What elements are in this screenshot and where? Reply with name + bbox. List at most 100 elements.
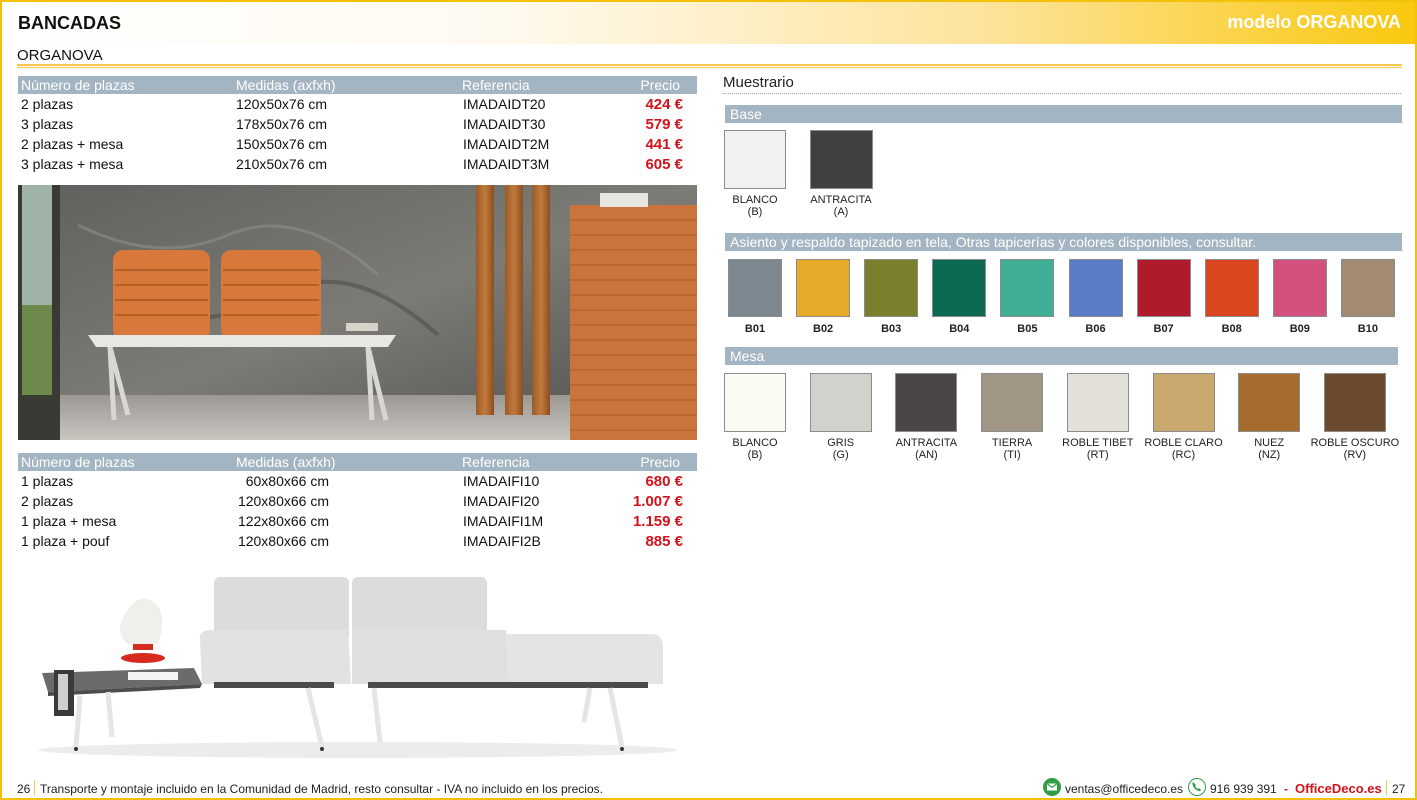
phone-number[interactable]: 916 939 391 (1210, 782, 1277, 796)
cell-referencia: IMADAIDT20 (463, 96, 546, 112)
swatch-code: (RV) (1343, 449, 1367, 461)
divider (34, 780, 35, 795)
swatch-name: GRIS (827, 437, 855, 449)
swatch-color (1152, 373, 1215, 432)
swatch-code: (AN) (915, 449, 938, 461)
swatch-color (1136, 259, 1191, 317)
swatch-label: GRIS (G) (796, 437, 886, 461)
swatch-code: B06 (1085, 323, 1106, 335)
swatch-color (1068, 259, 1123, 317)
swatch-color (1323, 373, 1386, 432)
swatch-color (981, 373, 1044, 432)
cell-medidas: 150x50x76 cm (236, 136, 328, 152)
price-table-fijo: Número de plazas Medidas (axfxh) Referen… (18, 453, 697, 551)
cell-precio: 424 € (645, 96, 683, 113)
swatch-code: (B) (747, 206, 763, 218)
swatch-color (796, 259, 851, 317)
swatch-label: ANTRACITA (A) (801, 194, 881, 218)
swatch-label: BLANCO (B) (715, 194, 795, 218)
divider (1386, 780, 1387, 795)
base-section-bar: Base (725, 105, 1402, 123)
swatch-code: (NZ) (1258, 449, 1281, 461)
footer-dash: - (1284, 782, 1288, 796)
table-row: 1 plazas 60x80x66 cm IMADAIFI10 680 € (18, 471, 697, 491)
tapizado-section-bar: Asiento y respaldo tapizado en tela, Otr… (725, 233, 1402, 251)
swatch-name: ROBLE CLARO (1144, 437, 1223, 449)
cell-medidas: 120x80x66 cm (237, 533, 329, 549)
page-number-right: 27 (1392, 782, 1406, 796)
cell-precio: 680 € (645, 473, 683, 490)
swatch-code: B02 (813, 323, 834, 335)
cell-plazas: 3 plazas + mesa (21, 156, 124, 172)
cell-medidas: 60x80x66 cm (245, 473, 329, 489)
header-referencia: Referencia (462, 77, 530, 93)
swatch-color (728, 259, 782, 317)
swatch-code: B09 (1289, 323, 1310, 335)
swatch-color (1272, 259, 1327, 317)
cell-plazas: 1 plaza + mesa (21, 513, 117, 529)
cell-plazas: 2 plazas + mesa (21, 136, 124, 152)
bench-grey-illustration (38, 577, 678, 758)
cell-medidas: 120x50x76 cm (236, 96, 328, 112)
swatch-color (724, 373, 786, 432)
cell-plazas: 2 plazas (21, 493, 74, 509)
table-row: 1 plaza + mesa 122x80x66 cm IMADAIFI1M 1… (18, 511, 697, 531)
swatch-code: B04 (949, 323, 970, 335)
swatch-code: (RC) (1171, 449, 1196, 461)
cell-referencia: IMADAIFI20 (463, 493, 540, 509)
swatch-label: ROBLE TIBET (RT) (1053, 437, 1143, 461)
swatch-color (864, 259, 919, 317)
header-medidas: Medidas (axfxh) (236, 77, 336, 93)
swatch-code: B10 (1357, 323, 1378, 335)
cell-precio: 1.007 € (632, 493, 683, 510)
swatch-label: BLANCO (B) (710, 437, 800, 461)
swatch-color (1238, 373, 1301, 432)
cell-plazas: 2 plazas (21, 96, 74, 112)
swatch-label: ROBLE CLARO (RC) (1139, 437, 1229, 461)
swatch-color (1340, 259, 1395, 317)
swatch-code: (TI) (1003, 449, 1021, 461)
email-link[interactable]: ventas@officedeco.es (1065, 782, 1183, 796)
table-row: 2 plazas + mesa 150x50x76 cm IMADAIDT2M … (18, 134, 697, 154)
cell-precio: 885 € (645, 533, 683, 550)
swatch-name: BLANCO (732, 437, 778, 449)
product-subtitle: ORGANOVA (17, 47, 103, 64)
swatch-color (810, 130, 873, 189)
cell-precio: 441 € (645, 136, 683, 153)
header-referencia: Referencia (462, 454, 530, 470)
swatch-code: (A) (833, 206, 849, 218)
cell-medidas: 122x80x66 cm (237, 513, 329, 529)
swatch-color (809, 373, 872, 432)
swatch-label: NUEZ (NZ) (1224, 437, 1314, 461)
cell-medidas: 120x80x66 cm (237, 493, 329, 509)
cell-plazas: 3 plazas (21, 116, 74, 132)
cell-plazas: 1 plaza + pouf (21, 533, 110, 549)
header-plazas: Número de plazas (21, 77, 135, 93)
cell-referencia: IMADAIFI2B (463, 533, 541, 549)
brand-link[interactable]: OfficeDeco.es (1295, 781, 1382, 796)
swatch-code: B05 (1017, 323, 1038, 335)
divider (17, 64, 1402, 66)
footer-note: Transporte y montaje incluido en la Comu… (40, 782, 603, 796)
swatch-color (1204, 259, 1259, 317)
header-plazas: Número de plazas (21, 454, 135, 470)
divider (17, 67, 1402, 68)
swatch-color (724, 130, 786, 189)
catalog-page: BANCADAS modelo ORGANOVA ORGANOVA Número… (0, 0, 1417, 800)
page-footer: 26 Transporte y montaje incluido en la C… (2, 777, 1415, 799)
product-photo-bench-grey (18, 562, 697, 762)
mesa-section-bar: Mesa (725, 347, 1398, 365)
swatch-color (895, 373, 958, 432)
table-row: 1 plaza + pouf 120x80x66 cm IMADAIFI2B 8… (18, 531, 697, 551)
page-header: BANCADAS modelo ORGANOVA (2, 2, 1415, 44)
bench-orange-illustration (18, 185, 697, 440)
cell-precio: 1.159 € (632, 513, 683, 530)
cell-medidas: 210x50x76 cm (236, 156, 328, 172)
cell-referencia: IMADAIDT3M (463, 156, 550, 172)
product-photo-bench-orange (18, 185, 697, 440)
table-row: 3 plazas + mesa 210x50x76 cm IMADAIDT3M … (18, 154, 697, 174)
table-row: 2 plazas 120x50x76 cm IMADAIDT20 424 € (18, 94, 697, 114)
cell-precio: 605 € (645, 156, 683, 173)
swatch-code: B07 (1153, 323, 1174, 335)
cell-referencia: IMADAIFI1M (463, 513, 544, 529)
